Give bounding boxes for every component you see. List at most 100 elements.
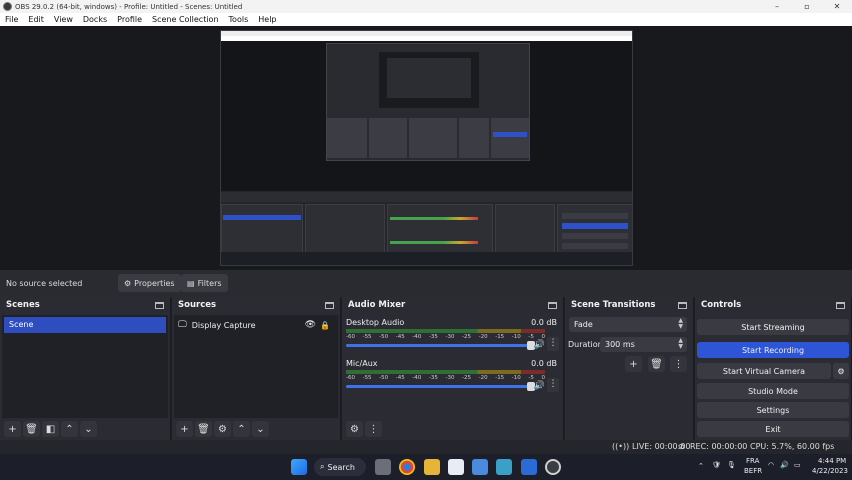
vscode-icon[interactable] <box>521 459 537 475</box>
exit-button[interactable]: Exit <box>697 421 849 437</box>
properties-button[interactable]: ⚙ Properties <box>118 274 181 292</box>
window-title: OBS 29.0.2 (64-bit, windows) - Profile: … <box>15 2 243 11</box>
windows-start-icon[interactable] <box>291 459 307 475</box>
rec-time: REC: 00:00:00 <box>690 442 748 451</box>
maximize-button[interactable]: ▫ <box>792 0 822 13</box>
source-name: Display Capture <box>191 320 256 330</box>
speaker-icon[interactable]: 🔊 <box>534 340 545 350</box>
sources-toolbar: + 🗑 ⚙ ⌃ ⌄ <box>172 418 340 440</box>
move-down-button[interactable]: ⌄ <box>252 421 269 437</box>
channel-db: 0.0 dB <box>531 359 557 368</box>
transition-value: Fade <box>574 320 593 329</box>
wifi-icon[interactable]: ◠ <box>768 461 774 469</box>
menu-edit[interactable]: Edit <box>23 13 49 26</box>
duration-label: Duration <box>568 340 603 349</box>
language-befr[interactable]: BEFR <box>744 467 762 475</box>
more-options-button[interactable]: ⋮ <box>547 378 559 392</box>
transition-menu-button[interactable]: ⋮ <box>670 356 687 372</box>
channel-db: 0.0 dB <box>531 318 557 327</box>
transitions-title: Scene Transitions <box>571 300 656 310</box>
search-box[interactable]: ⌕ Search <box>314 458 366 476</box>
remove-source-button[interactable]: 🗑 <box>195 421 212 437</box>
obs-taskbar-icon[interactable] <box>545 459 561 475</box>
studio-mode-button[interactable]: Studio Mode <box>697 383 849 399</box>
defender-icon[interactable]: 🛡 <box>712 461 721 469</box>
settings-button[interactable]: Settings <box>697 402 849 418</box>
file-explorer-icon[interactable] <box>424 459 440 475</box>
minimize-button[interactable]: – <box>762 0 792 13</box>
battery-icon[interactable]: ▭ <box>794 461 801 469</box>
meter-ticks: -60 -55 -50 -45 -40 -35 -30 -25 -20 -15 -10 -5 0 <box>346 334 545 340</box>
chrome-icon[interactable] <box>399 459 415 475</box>
nested-inner-window <box>326 43 530 161</box>
advanced-audio-button[interactable]: ⚙ <box>346 421 363 437</box>
mixer-header: Audio Mixer <box>342 297 563 313</box>
controls-dock: Controls Start Streaming Start Recording… <box>695 297 852 440</box>
start-virtual-camera-button[interactable]: Start Virtual Camera <box>697 363 831 379</box>
menu-scene-collection[interactable]: Scene Collection <box>147 13 224 26</box>
undock-icon[interactable] <box>155 301 164 309</box>
scene-filters-button[interactable]: ◧ <box>42 421 59 437</box>
eye-icon[interactable]: 👁 <box>305 320 316 330</box>
speaker-icon[interactable]: 🔊 <box>534 381 545 391</box>
store-icon[interactable] <box>472 459 488 475</box>
volume-icon[interactable]: 🔊 <box>780 461 789 469</box>
add-source-button[interactable]: + <box>176 421 193 437</box>
task-view-icon[interactable] <box>375 459 391 475</box>
search-label: Search <box>327 462 355 472</box>
mic-icon[interactable]: 🎙 <box>727 461 736 469</box>
source-item[interactable]: 🖵 Display Capture 👁 🔒 <box>178 317 334 333</box>
duration-spinbox[interactable]: 300 ms ▲ ▼ <box>600 337 687 352</box>
menu-docks[interactable]: Docks <box>78 13 112 26</box>
start-recording-button[interactable]: Start Recording <box>697 342 849 358</box>
controls-title: Controls <box>701 300 742 310</box>
clock-time[interactable]: 4:44 PM <box>818 457 846 465</box>
source-properties-button[interactable]: ⚙ <box>214 421 231 437</box>
chevron-up-icon[interactable]: ⌃ <box>698 462 704 470</box>
remove-scene-button[interactable]: 🗑 <box>23 421 40 437</box>
move-up-button[interactable]: ⌃ <box>233 421 250 437</box>
menu-help[interactable]: Help <box>253 13 281 26</box>
start-streaming-button[interactable]: Start Streaming <box>697 319 849 335</box>
language-fra[interactable]: FRA <box>746 457 759 465</box>
volume-slider[interactable] <box>346 385 529 388</box>
add-transition-button[interactable]: + <box>625 356 642 372</box>
transitions-header: Scene Transitions <box>565 297 693 313</box>
undock-icon[interactable] <box>548 301 557 309</box>
undock-icon[interactable] <box>325 301 334 309</box>
undock-icon[interactable] <box>836 301 845 309</box>
mixer-menu-button[interactable]: ⋮ <box>365 421 382 437</box>
volume-meter <box>346 370 545 374</box>
notepad-icon[interactable] <box>448 459 464 475</box>
scenes-title: Scenes <box>6 300 40 310</box>
snipping-tool-icon[interactable] <box>496 459 512 475</box>
filters-button[interactable]: ▤ Filters <box>181 274 228 292</box>
menu-profile[interactable]: Profile <box>112 13 147 26</box>
transition-select[interactable]: Fade ▲ ▼ <box>569 317 687 332</box>
scene-item[interactable]: Scene <box>4 317 166 333</box>
sources-dock: Sources 🖵 Display Capture 👁 🔒 + 🗑 ⚙ ⌃ ⌄ <box>172 297 341 440</box>
volume-slider[interactable] <box>346 344 529 347</box>
menu-view[interactable]: View <box>49 13 78 26</box>
menu-tools[interactable]: Tools <box>224 13 254 26</box>
move-up-button[interactable]: ⌃ <box>61 421 78 437</box>
channel-name: Desktop Audio <box>346 318 405 327</box>
lock-icon[interactable]: 🔒 <box>320 321 330 330</box>
add-scene-button[interactable]: + <box>4 421 21 437</box>
undock-icon[interactable] <box>678 301 687 309</box>
more-options-button[interactable]: ⋮ <box>547 337 559 351</box>
no-source-label: No source selected <box>6 279 83 288</box>
close-button[interactable]: ✕ <box>822 0 852 13</box>
virtual-camera-settings-button[interactable]: ⚙ <box>833 363 849 379</box>
mixer-title: Audio Mixer <box>348 300 406 310</box>
menu-file[interactable]: File <box>0 13 23 26</box>
cpu-fps: CPU: 5.7%, 60.00 fps <box>750 442 835 451</box>
duration-value: 300 ms <box>605 340 635 349</box>
monitor-icon: 🖵 <box>178 320 187 330</box>
window-controls: – ▫ ✕ <box>762 0 852 13</box>
live-icon: ((•)) <box>612 442 630 451</box>
clock-date[interactable]: 4/22/2023 <box>812 467 848 475</box>
remove-transition-button[interactable]: 🗑 <box>648 356 665 372</box>
nested-taskbar <box>221 252 632 265</box>
move-down-button[interactable]: ⌄ <box>80 421 97 437</box>
